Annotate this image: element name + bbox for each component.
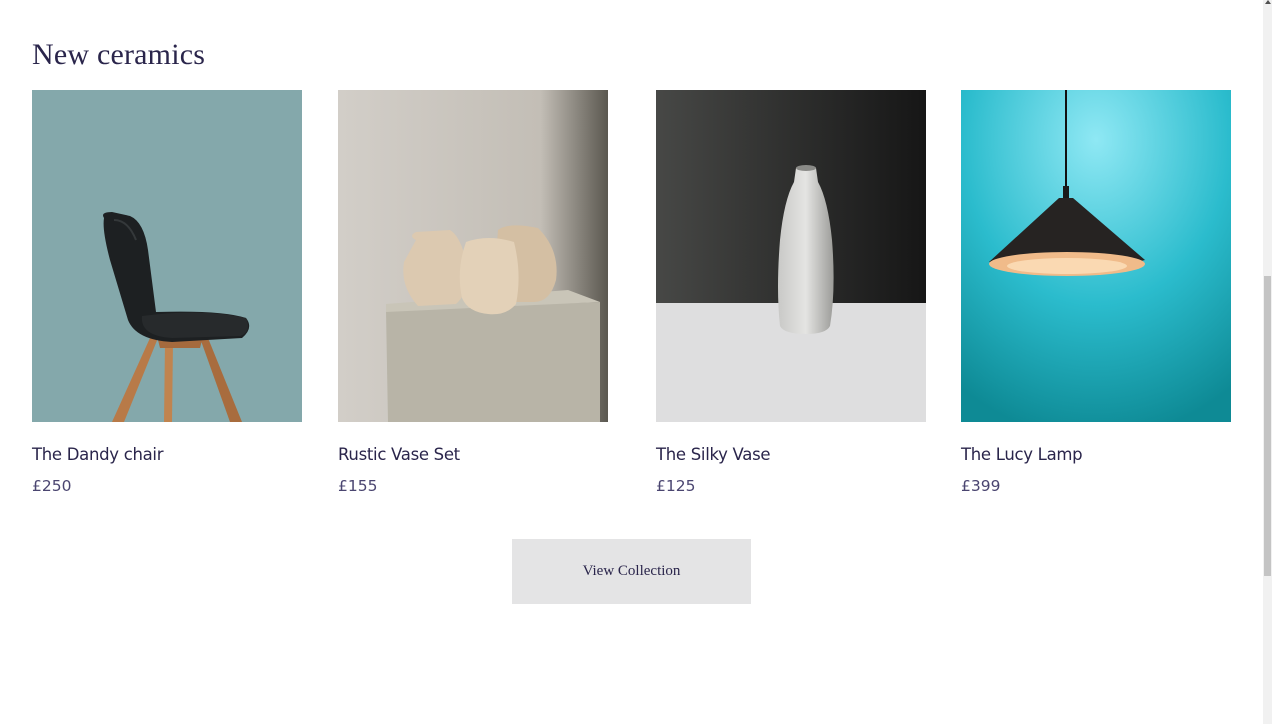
scrollbar[interactable]: [1263, 0, 1272, 724]
product-name[interactable]: Rustic Vase Set: [338, 445, 608, 464]
product-name[interactable]: The Dandy chair: [32, 445, 302, 464]
section-title: New ceramics: [32, 38, 206, 71]
product-price: £399: [961, 477, 1001, 495]
product-card-rustic-vase-set[interactable]: Rustic Vase Set £155: [338, 90, 608, 495]
scroll-up-arrow-icon[interactable]: [1265, 0, 1271, 4]
view-collection-button[interactable]: View Collection: [512, 539, 751, 604]
product-name[interactable]: The Silky Vase: [656, 445, 926, 464]
product-price: £250: [32, 477, 72, 495]
product-image-vases[interactable]: [338, 90, 608, 422]
product-card-silky-vase[interactable]: The Silky Vase £125: [656, 90, 926, 495]
scrollbar-thumb[interactable]: [1264, 276, 1271, 576]
product-image-silky-vase[interactable]: [656, 90, 926, 422]
product-card-lucy-lamp[interactable]: The Lucy Lamp £399: [961, 90, 1231, 495]
product-price: £155: [338, 477, 378, 495]
product-image-lamp[interactable]: [961, 90, 1231, 422]
product-image-chair[interactable]: [32, 90, 302, 422]
product-name[interactable]: The Lucy Lamp: [961, 445, 1231, 464]
product-card-dandy-chair[interactable]: The Dandy chair £250: [32, 90, 302, 495]
product-price: £125: [656, 477, 696, 495]
